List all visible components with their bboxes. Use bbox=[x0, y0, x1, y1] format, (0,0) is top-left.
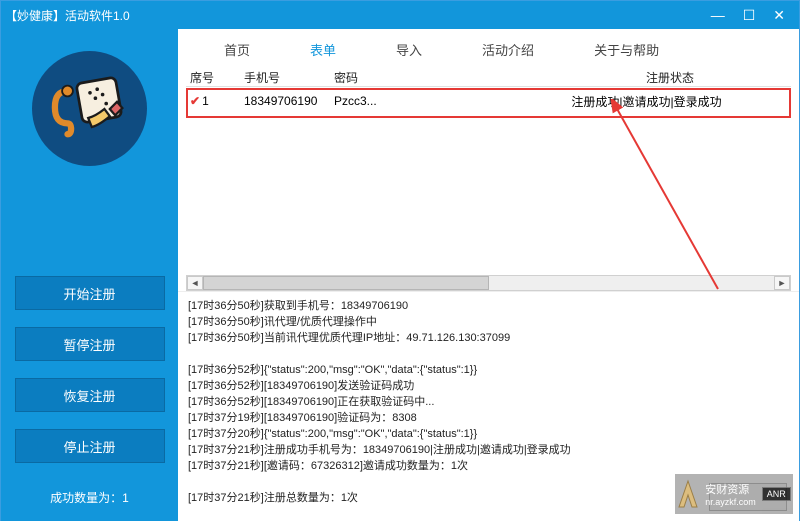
window-title: 【妙健康】活动软件1.0 bbox=[5, 7, 130, 24]
tab-import[interactable]: 导入 bbox=[394, 36, 424, 63]
table-region: 席号 手机号 密码 注册状态 ✔1 18349706190 Pzcc3... 注… bbox=[178, 69, 799, 291]
close-icon[interactable]: ✕ bbox=[773, 7, 785, 24]
col-seq: 席号 bbox=[190, 69, 244, 86]
sidebar: 开始注册 暂停注册 恢复注册 停止注册 成功数量为：1 bbox=[1, 29, 178, 521]
horizontal-scrollbar[interactable]: ◄ ► bbox=[186, 275, 791, 291]
cell-password: Pzcc3... bbox=[334, 94, 542, 108]
minimize-icon[interactable]: — bbox=[711, 7, 725, 23]
scroll-left-icon[interactable]: ◄ bbox=[187, 276, 203, 290]
col-phone: 手机号 bbox=[244, 69, 334, 86]
scroll-thumb[interactable] bbox=[203, 276, 489, 290]
tab-home[interactable]: 首页 bbox=[222, 36, 252, 63]
resume-register-button[interactable]: 恢复注册 bbox=[15, 378, 165, 412]
table-row[interactable]: ✔1 18349706190 Pzcc3... 注册成功|邀请成功|登录成功 bbox=[186, 91, 791, 111]
success-counter: 成功数量为：1 bbox=[50, 489, 129, 506]
scroll-track[interactable] bbox=[203, 276, 774, 290]
col-status: 注册状态 bbox=[646, 69, 791, 86]
window-controls: — ☐ ✕ bbox=[711, 7, 785, 24]
start-register-button[interactable]: 开始注册 bbox=[15, 276, 165, 310]
tab-bar: 首页 表单 导入 活动介绍 关于与帮助 bbox=[178, 29, 799, 69]
scroll-right-icon[interactable]: ► bbox=[774, 276, 790, 290]
cell-status: 注册成功|邀请成功|登录成功 bbox=[542, 93, 791, 110]
pause-register-button[interactable]: 暂停注册 bbox=[15, 327, 165, 361]
app-logo bbox=[32, 51, 147, 166]
log-output: [17时36分50秒]获取到手机号：18349706190 [17时36分50秒… bbox=[178, 291, 799, 521]
title-bar: 【妙健康】活动软件1.0 — ☐ ✕ bbox=[1, 1, 799, 29]
cell-phone: 18349706190 bbox=[244, 94, 334, 108]
annotation-arrow-icon bbox=[578, 99, 738, 299]
active-tab-indicator bbox=[312, 1, 352, 4]
check-icon: ✔ bbox=[190, 94, 200, 108]
main-panel: 首页 表单 导入 活动介绍 关于与帮助 席号 手机号 密码 注册状态 ✔1 18… bbox=[178, 29, 799, 521]
tab-intro[interactable]: 活动介绍 bbox=[480, 36, 536, 63]
log-action-button[interactable] bbox=[709, 483, 787, 511]
cell-seq: ✔1 bbox=[190, 94, 244, 108]
maximize-icon[interactable]: ☐ bbox=[743, 7, 756, 24]
tab-help[interactable]: 关于与帮助 bbox=[592, 36, 661, 63]
stop-register-button[interactable]: 停止注册 bbox=[15, 429, 165, 463]
col-password: 密码 bbox=[334, 69, 646, 86]
table-header-row: 席号 手机号 密码 注册状态 bbox=[186, 69, 791, 87]
tab-form[interactable]: 表单 bbox=[308, 36, 338, 63]
